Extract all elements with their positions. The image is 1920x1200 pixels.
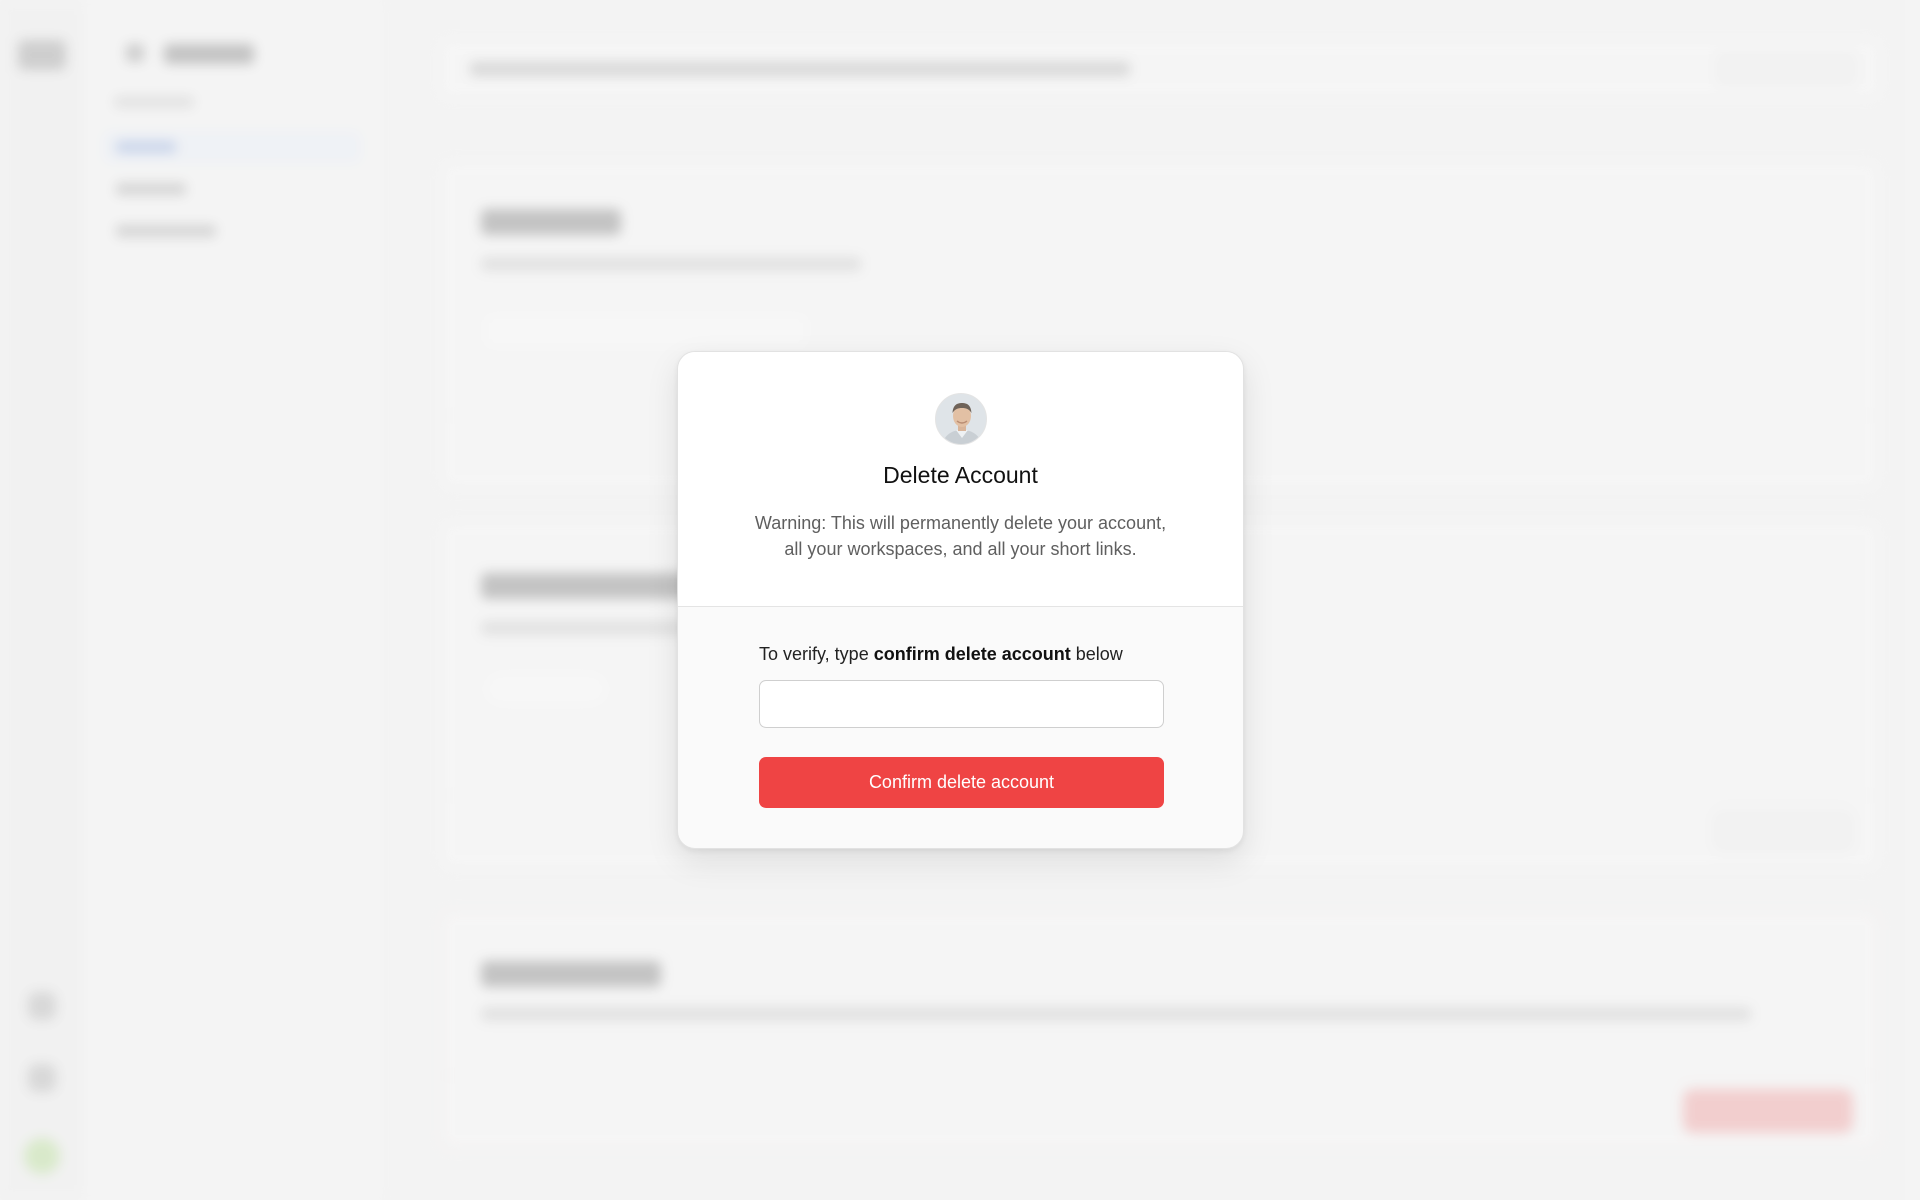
verify-suffix: below [1070,644,1123,664]
modal-title: Delete Account [883,462,1038,488]
delete-account-modal: Delete Account Warning: This will perman… [677,351,1244,849]
verify-prefix: To verify, type [759,644,874,664]
confirm-phrase-input[interactable] [759,680,1164,728]
user-avatar-icon [936,394,986,444]
confirm-delete-button[interactable]: Confirm delete account [759,757,1164,808]
verify-instruction: To verify, type confirm delete account b… [759,644,1123,665]
verify-phrase: confirm delete account [873,644,1071,664]
modal-warning-text: Warning: This will permanently delete yo… [754,513,1167,559]
avatar [935,393,987,445]
modal-header: Delete Account Warning: This will perman… [678,352,1243,607]
